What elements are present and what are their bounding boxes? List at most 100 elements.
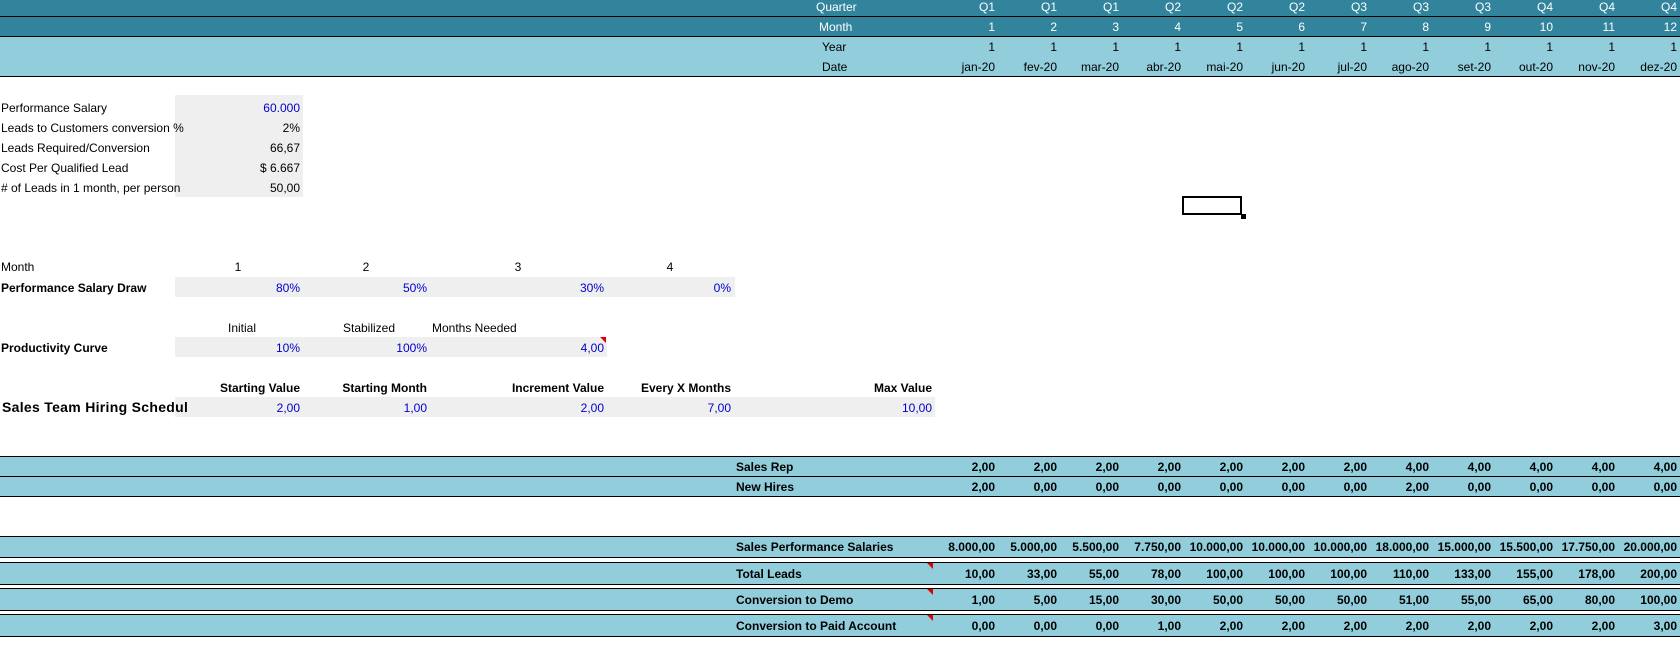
calc-cell[interactable]: 100,00	[1245, 568, 1305, 580]
assumption-value[interactable]: 50,00	[200, 182, 300, 194]
comment-indicator[interactable]	[927, 563, 933, 569]
calc-cell[interactable]: 10,00	[935, 568, 995, 580]
draw-value-4[interactable]: 0%	[661, 282, 731, 294]
calc-cell[interactable]: 10.000,00	[1307, 541, 1367, 553]
calc-cell[interactable]: 17.750,00	[1555, 541, 1615, 553]
draw-month-4: 4	[666, 260, 674, 274]
calc-cell[interactable]: 2,00	[1369, 620, 1429, 632]
calc-cell[interactable]: 4,00	[1617, 461, 1677, 473]
calc-cell[interactable]: 0,00	[1617, 481, 1677, 493]
calc-cell[interactable]: 5.500,00	[1059, 541, 1119, 553]
calc-cell[interactable]: 15,00	[1059, 594, 1119, 606]
calc-cell[interactable]: 100,00	[1617, 594, 1677, 606]
productivity-initial-value[interactable]: 10%	[230, 342, 300, 354]
calc-cell[interactable]: 80,00	[1555, 594, 1615, 606]
calc-cell[interactable]: 2,00	[1555, 620, 1615, 632]
calc-cell[interactable]: 18.000,00	[1369, 541, 1429, 553]
calc-cell[interactable]: 0,00	[1183, 481, 1243, 493]
calc-cell[interactable]: 178,00	[1555, 568, 1615, 580]
calc-cell[interactable]: 2,00	[1245, 461, 1305, 473]
calc-cell[interactable]: 1,00	[935, 594, 995, 606]
calc-cell[interactable]: 2,00	[1245, 620, 1305, 632]
calc-cell[interactable]: 0,00	[1493, 481, 1553, 493]
calc-cell[interactable]: 2,00	[1121, 461, 1181, 473]
calc-cell[interactable]: 10.000,00	[1245, 541, 1305, 553]
hiring-starting-value[interactable]: 2,00	[230, 402, 300, 414]
calc-cell[interactable]: 4,00	[1369, 461, 1429, 473]
calc-cell[interactable]: 15.500,00	[1493, 541, 1553, 553]
calc-cell[interactable]: 50,00	[1307, 594, 1367, 606]
calc-cell[interactable]: 0,00	[997, 620, 1057, 632]
calc-cell[interactable]: 0,00	[1307, 481, 1367, 493]
calc-cell[interactable]: 0,00	[1555, 481, 1615, 493]
calc-cell[interactable]: 10.000,00	[1183, 541, 1243, 553]
calc-cell[interactable]: 5.000,00	[997, 541, 1057, 553]
calc-cell[interactable]: 2,00	[1493, 620, 1553, 632]
calc-cell[interactable]: 50,00	[1245, 594, 1305, 606]
calc-cell[interactable]: 200,00	[1617, 568, 1677, 580]
assumption-value[interactable]: 2%	[200, 122, 300, 134]
hiring-every-x-months[interactable]: 7,00	[661, 402, 731, 414]
comment-indicator[interactable]	[600, 337, 606, 343]
calc-cell[interactable]: 0,00	[1059, 620, 1119, 632]
calc-cell[interactable]: 30,00	[1121, 594, 1181, 606]
hiring-starting-month[interactable]: 1,00	[357, 402, 427, 414]
calc-cell[interactable]: 1,00	[1121, 620, 1181, 632]
calc-cell[interactable]: 65,00	[1493, 594, 1553, 606]
calc-cell[interactable]: 78,00	[1121, 568, 1181, 580]
calc-cell[interactable]: 2,00	[1183, 620, 1243, 632]
calc-cell[interactable]: 100,00	[1307, 568, 1367, 580]
date-cell: out-20	[1518, 60, 1553, 74]
calc-cell[interactable]: 133,00	[1431, 568, 1491, 580]
comment-indicator[interactable]	[927, 589, 933, 595]
calc-cell[interactable]: 100,00	[1183, 568, 1243, 580]
calc-cell[interactable]: 15.000,00	[1431, 541, 1491, 553]
assumption-value[interactable]: $ 6.667	[200, 162, 300, 174]
calc-cell[interactable]: 2,00	[1307, 461, 1367, 473]
calc-cell[interactable]: 33,00	[997, 568, 1057, 580]
calc-cell[interactable]: 0,00	[1245, 481, 1305, 493]
calc-cell[interactable]: 155,00	[1493, 568, 1553, 580]
calc-cell[interactable]: 0,00	[1431, 481, 1491, 493]
comment-indicator[interactable]	[927, 615, 933, 621]
calc-cell[interactable]: 7.750,00	[1121, 541, 1181, 553]
draw-value-2[interactable]: 50%	[357, 282, 427, 294]
calc-row-label: Sales Performance Salaries	[736, 540, 894, 554]
draw-value-1[interactable]: 80%	[230, 282, 300, 294]
calc-cell[interactable]: 51,00	[1369, 594, 1429, 606]
row-border-top	[0, 456, 1680, 457]
calc-cell[interactable]: 0,00	[1059, 481, 1119, 493]
calc-cell[interactable]: 0,00	[1121, 481, 1181, 493]
calc-cell[interactable]: 4,00	[1493, 461, 1553, 473]
productivity-months-value[interactable]: 4,00	[534, 342, 604, 354]
hiring-increment-value[interactable]: 2,00	[534, 402, 604, 414]
calc-cell[interactable]: 2,00	[1307, 620, 1367, 632]
calc-cell[interactable]: 4,00	[1431, 461, 1491, 473]
calc-cell[interactable]: 2,00	[1183, 461, 1243, 473]
calc-cell[interactable]: 8.000,00	[935, 541, 995, 553]
calc-cell[interactable]: 55,00	[1059, 568, 1119, 580]
calc-cell[interactable]: 50,00	[1183, 594, 1243, 606]
fill-handle[interactable]	[1241, 214, 1246, 219]
calc-cell[interactable]: 20.000,00	[1617, 541, 1677, 553]
draw-value-3[interactable]: 30%	[534, 282, 604, 294]
calc-cell[interactable]: 2,00	[1059, 461, 1119, 473]
calc-cell[interactable]: 2,00	[935, 481, 995, 493]
hiring-max-value[interactable]: 10,00	[862, 402, 932, 414]
calc-cell[interactable]: 0,00	[935, 620, 995, 632]
calc-cell[interactable]: 2,00	[1431, 620, 1491, 632]
calc-cell[interactable]: 0,00	[997, 481, 1057, 493]
calc-cell[interactable]: 55,00	[1431, 594, 1491, 606]
calc-cell[interactable]: 5,00	[997, 594, 1057, 606]
calc-cell[interactable]: 2,00	[1369, 481, 1429, 493]
year-cell: 1	[1298, 40, 1305, 54]
selected-cell[interactable]	[1182, 196, 1242, 215]
calc-cell[interactable]: 2,00	[935, 461, 995, 473]
calc-cell[interactable]: 2,00	[997, 461, 1057, 473]
calc-cell[interactable]: 4,00	[1555, 461, 1615, 473]
productivity-stabilized-value[interactable]: 100%	[357, 342, 427, 354]
calc-cell[interactable]: 110,00	[1369, 568, 1429, 580]
calc-cell[interactable]: 3,00	[1617, 620, 1677, 632]
assumption-value[interactable]: 66,67	[200, 142, 300, 154]
assumption-value[interactable]: 60.000	[200, 102, 300, 114]
